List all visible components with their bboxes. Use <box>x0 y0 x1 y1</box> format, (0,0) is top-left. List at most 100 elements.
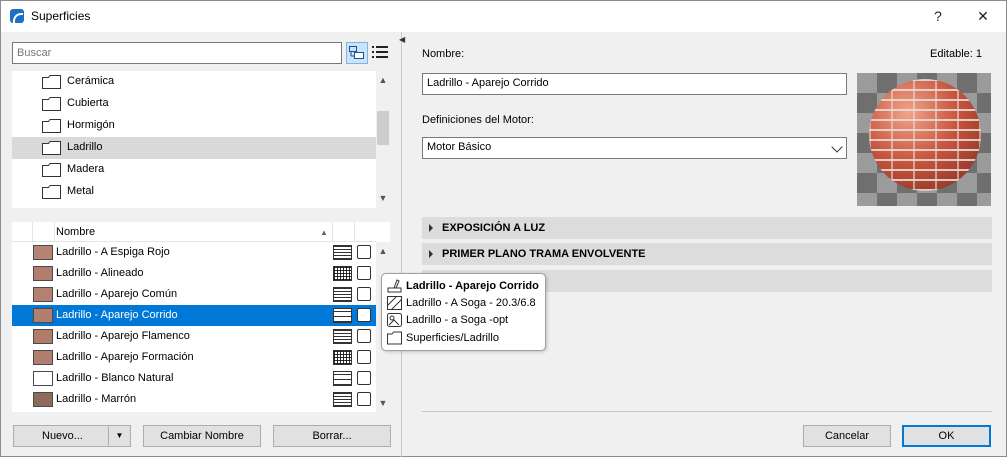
texture-image-icon <box>357 308 371 322</box>
list-item-selected[interactable]: Ladrillo - Aparejo Corrido <box>12 305 376 326</box>
tooltip-folder-path: Superficies/Ladrillo <box>406 332 499 344</box>
folder-item-cubierta[interactable]: Cubierta <box>12 93 376 115</box>
fill-pattern-icon <box>333 392 352 407</box>
folder-icon <box>42 141 61 155</box>
folder-icon <box>42 97 61 111</box>
footer-divider <box>422 411 992 412</box>
left-panel: Cerámica Cubierta Hormigón Ladrillo Made… <box>1 32 401 456</box>
section-light-exposure[interactable]: EXPOSICIÓN A LUZ <box>422 217 992 239</box>
fill-pattern-icon <box>333 287 352 302</box>
surface-brush-icon <box>387 279 402 293</box>
list-view-button[interactable] <box>370 42 392 64</box>
dropdown-arrow-icon[interactable]: ▼ <box>108 426 130 446</box>
folder-item-hormigon[interactable]: Hormigón <box>12 115 376 137</box>
engine-label: Definiciones del Motor: <box>422 114 534 126</box>
folder-icon <box>387 331 402 345</box>
list-item[interactable]: Ladrillo - Aparejo Formación <box>12 347 376 368</box>
folder-icon <box>42 163 61 177</box>
window-title: Superficies <box>31 9 91 23</box>
texture-image-icon <box>357 350 371 364</box>
section-foreground-pattern[interactable]: PRIMER PLANO TRAMA ENVOLVENTE <box>422 243 992 265</box>
tooltip-fill-name: Ladrillo - A Soga - 20.3/6.8 <box>406 297 536 309</box>
list-item[interactable]: Ladrillo - Alineado <box>12 263 376 284</box>
surface-name: Ladrillo - Marrón <box>56 393 137 405</box>
column-divider <box>54 222 55 242</box>
scroll-down-icon[interactable]: ▼ <box>376 191 390 205</box>
texture-image-icon <box>357 329 371 343</box>
list-item[interactable]: Ladrillo - Aparejo Común <box>12 284 376 305</box>
new-button[interactable]: Nuevo... ▼ <box>13 425 131 447</box>
material-preview <box>857 73 991 206</box>
folder-item-madera[interactable]: Madera <box>12 159 376 181</box>
surface-name: Ladrillo - Aparejo Formación <box>56 351 194 363</box>
folder-label: Cerámica <box>67 75 115 87</box>
name-label: Nombre: <box>422 48 465 60</box>
texture-image-icon <box>357 266 371 280</box>
rename-button[interactable]: Cambiar Nombre <box>143 425 261 447</box>
tree-view-button[interactable] <box>346 42 368 64</box>
fill-pattern-icon <box>333 308 352 323</box>
close-button[interactable]: ✕ <box>961 1 1005 32</box>
folder-label: Metal <box>67 185 94 197</box>
scroll-up-icon[interactable]: ▲ <box>376 244 390 258</box>
title-bar: Superficies ? ✕ <box>1 1 1006 32</box>
fill-hatch-icon <box>387 296 402 310</box>
details-panel: Nombre: Editable: 1 Ladrillo - Aparejo C… <box>402 32 1006 456</box>
list-item[interactable]: Ladrillo - Aparejo Flamenco <box>12 326 376 347</box>
delete-button[interactable]: Borrar... <box>273 425 391 447</box>
list-item[interactable]: Ladrillo - Blanco Natural <box>12 368 376 389</box>
texture-image-icon <box>357 392 371 406</box>
folder-icon <box>42 185 61 199</box>
surface-name: Ladrillo - Aparejo Flamenco <box>56 330 190 342</box>
folder-item-ceramica[interactable]: Cerámica <box>12 71 376 93</box>
column-divider <box>332 222 333 242</box>
list-item[interactable]: Ladrillo - Marrón <box>12 389 376 410</box>
fill-pattern-icon <box>333 329 352 344</box>
expand-arrow-icon <box>429 224 433 232</box>
surface-name: Ladrillo - Aparejo Corrido <box>56 309 178 321</box>
preview-sphere <box>869 79 981 191</box>
ok-button[interactable]: OK <box>902 425 991 447</box>
engine-select-value: Motor Básico <box>427 141 492 153</box>
expand-arrow-icon <box>429 250 433 258</box>
folder-label: Ladrillo <box>67 141 103 153</box>
surfaces-dialog: Superficies ? ✕ Cerámica <box>0 0 1007 457</box>
folder-scrollbar[interactable]: ▲ ▼ <box>376 71 390 208</box>
help-button[interactable]: ? <box>916 1 960 32</box>
color-swatch <box>33 266 53 281</box>
color-swatch <box>33 350 53 365</box>
fill-pattern-icon <box>333 266 352 281</box>
engine-select[interactable]: Motor Básico <box>422 137 847 159</box>
folder-item-metal[interactable]: Metal <box>12 181 376 203</box>
column-divider <box>354 222 355 242</box>
surface-name: Ladrillo - Alineado <box>56 267 144 279</box>
app-icon <box>10 9 24 23</box>
scroll-thumb[interactable] <box>377 111 389 145</box>
folder-item-ladrillo[interactable]: Ladrillo <box>12 137 376 159</box>
editable-count: Editable: 1 <box>930 48 982 60</box>
color-swatch <box>33 287 53 302</box>
texture-image-icon <box>357 371 371 385</box>
name-field[interactable]: Ladrillo - Aparejo Corrido <box>422 73 847 95</box>
texture-image-icon <box>357 287 371 301</box>
scroll-up-icon[interactable]: ▲ <box>376 73 390 87</box>
folder-label: Hormigón <box>67 119 115 131</box>
list-item[interactable]: Ladrillo - A Espiga Rojo <box>12 242 376 263</box>
list-header[interactable]: Nombre ▲ <box>12 222 376 242</box>
color-swatch <box>33 329 53 344</box>
column-header-name: Nombre <box>56 226 96 238</box>
list-view-icon <box>372 46 388 58</box>
folder-icon <box>42 75 61 89</box>
scroll-down-icon[interactable]: ▼ <box>376 396 390 410</box>
cancel-button[interactable]: Cancelar <box>803 425 891 447</box>
search-input[interactable] <box>12 42 342 64</box>
tree-view-icon <box>349 46 364 59</box>
tooltip-surface-name: Ladrillo - Aparejo Corrido <box>406 280 539 292</box>
color-swatch <box>33 392 53 407</box>
surface-tooltip: Ladrillo - Aparejo Corrido Ladrillo - A … <box>381 273 546 351</box>
surface-name: Ladrillo - A Espiga Rojo <box>56 246 170 258</box>
folder-label: Cubierta <box>67 97 109 109</box>
folder-icon <box>42 119 61 133</box>
sort-ascending-icon: ▲ <box>320 228 328 237</box>
chevron-down-icon <box>831 141 843 153</box>
